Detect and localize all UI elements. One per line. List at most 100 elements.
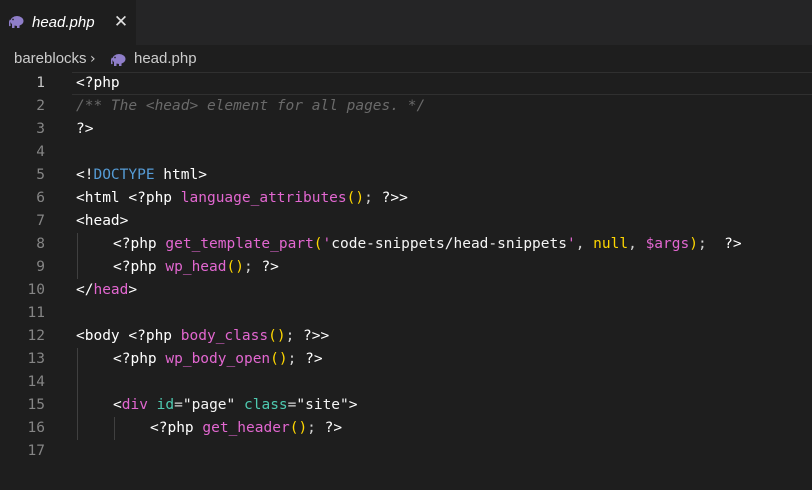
line-number: 5 bbox=[36, 167, 45, 183]
token-function: language_attributes bbox=[180, 190, 347, 206]
code-line[interactable]: 15 <div id="page" class="site"> bbox=[0, 394, 812, 417]
token-semicolon: ; bbox=[697, 236, 725, 252]
line-number: 10 bbox=[27, 282, 45, 298]
token-function: wp_body_open bbox=[165, 351, 271, 367]
line-number: 15 bbox=[27, 397, 45, 413]
tab-head-php[interactable]: head.php ✕ bbox=[0, 0, 136, 45]
code-line[interactable]: 14 bbox=[0, 371, 812, 394]
token-string: "page" bbox=[182, 397, 236, 413]
token-comma: , bbox=[628, 236, 646, 252]
token-doctype: DOCTYPE bbox=[93, 167, 155, 183]
code-line[interactable]: 7 <head> bbox=[0, 210, 812, 233]
token-bracket: > bbox=[320, 328, 330, 344]
line-number: 14 bbox=[27, 374, 45, 390]
code-text: <div id="page" class="site"> bbox=[113, 394, 358, 417]
token-string: "site" bbox=[296, 397, 349, 413]
line-number: 12 bbox=[27, 328, 45, 344]
token-function: get_template_part bbox=[165, 236, 314, 252]
chevron-right-icon: › bbox=[90, 51, 96, 67]
token-paren: ( bbox=[226, 259, 236, 275]
close-icon[interactable]: ✕ bbox=[113, 12, 129, 32]
code-line[interactable]: 17 bbox=[0, 440, 812, 463]
line-number: 2 bbox=[36, 98, 45, 114]
code-line[interactable]: 9 <?php wp_head(); ?> bbox=[0, 256, 812, 279]
code-line[interactable]: 10 </head> bbox=[0, 279, 812, 302]
token-bracket: < bbox=[113, 397, 122, 413]
token-div-tag: div bbox=[121, 397, 148, 413]
code-line[interactable]: 12 <body <?php body_class(); ?>> bbox=[0, 325, 812, 348]
code-line[interactable]: 3 ?> bbox=[0, 118, 812, 141]
token-string: code-snippets/head-snippets bbox=[331, 236, 567, 252]
code-editor[interactable]: 1 <?php 2 /** The <head> element for all… bbox=[0, 72, 812, 490]
line-number: 4 bbox=[36, 144, 45, 160]
php-elephant-icon bbox=[9, 16, 24, 28]
token-comment: /** The <head> element for all pages. */ bbox=[76, 98, 426, 114]
token-bracket: > bbox=[348, 397, 358, 413]
line-number: 3 bbox=[36, 121, 45, 137]
line-number: 7 bbox=[36, 213, 45, 229]
line-number: 8 bbox=[36, 236, 45, 252]
token-php-open: <?php bbox=[150, 420, 203, 436]
token-php-close: ?> bbox=[261, 259, 279, 275]
code-text: <?php wp_head(); ?> bbox=[113, 256, 279, 279]
code-line[interactable]: 2 /** The <head> element for all pages. … bbox=[0, 95, 812, 118]
tab-bar: head.php ✕ bbox=[0, 0, 812, 45]
token-semicolon: ; bbox=[287, 351, 306, 367]
breadcrumb-folder[interactable]: bareblocks bbox=[14, 49, 87, 69]
token-attribute: id bbox=[156, 397, 175, 413]
code-line[interactable]: 4 bbox=[0, 141, 812, 164]
token-attribute: class bbox=[244, 397, 288, 413]
token-php-open: <?php bbox=[113, 351, 166, 367]
token-php-open: <?php bbox=[113, 236, 166, 252]
token-quote: ' bbox=[566, 236, 576, 252]
code-line[interactable]: 5 <!DOCTYPE html> bbox=[0, 164, 812, 187]
token-bracket: </ bbox=[76, 282, 94, 298]
token-bracket: < bbox=[76, 167, 85, 183]
token-paren: ) bbox=[298, 420, 308, 436]
line-number: 9 bbox=[36, 259, 45, 275]
token-paren: ) bbox=[689, 236, 698, 252]
code-text: ?> bbox=[76, 118, 93, 141]
token-php-close: ?> bbox=[724, 236, 742, 252]
token-paren: ( bbox=[313, 236, 323, 252]
token-function: body_class bbox=[180, 328, 269, 344]
code-text: <?php wp_body_open(); ?> bbox=[113, 348, 323, 371]
token-paren: ( bbox=[268, 328, 277, 344]
code-line[interactable]: 13 <?php wp_body_open(); ?> bbox=[0, 348, 812, 371]
token-php-open: <?php bbox=[128, 328, 181, 344]
token-php-open: <?php bbox=[128, 190, 181, 206]
line-number: 6 bbox=[36, 190, 45, 206]
code-line[interactable]: 6 <html <?php language_attributes(); ?>> bbox=[0, 187, 812, 210]
token-paren: ( bbox=[270, 351, 279, 367]
token-semicolon: ; bbox=[285, 328, 304, 344]
code-text: <?php get_header(); ?> bbox=[150, 417, 342, 440]
code-line[interactable]: 8 <?php get_template_part( 'code-snippets… bbox=[0, 233, 812, 256]
token-null: null bbox=[593, 236, 629, 252]
code-text: <body <?php body_class(); ?>> bbox=[76, 325, 329, 348]
token-bracket: > bbox=[128, 282, 138, 298]
code-line[interactable]: 11 bbox=[0, 302, 812, 325]
token-semicolon: ; bbox=[243, 259, 262, 275]
token-paren: ) bbox=[355, 190, 365, 206]
current-line-highlight bbox=[72, 72, 812, 95]
token-body-tag: <body bbox=[76, 328, 129, 344]
line-number: 1 bbox=[36, 75, 45, 91]
token-comma: , bbox=[575, 236, 594, 252]
token-variable: $args bbox=[645, 236, 690, 252]
line-number: 17 bbox=[27, 443, 45, 459]
code-text: <html <?php language_attributes(); ?>> bbox=[76, 187, 408, 210]
token-php-open: ?php bbox=[84, 75, 120, 91]
breadcrumb: bareblocks › head.php bbox=[0, 45, 812, 72]
code-line[interactable]: 16 <?php get_header(); ?> bbox=[0, 417, 812, 440]
token-semicolon: ; bbox=[364, 190, 382, 206]
code-text: /** The <head> element for all pages. */ bbox=[76, 95, 425, 118]
breadcrumb-file[interactable]: head.php bbox=[134, 49, 197, 69]
code-text: </head> bbox=[76, 279, 137, 302]
token-html: html bbox=[154, 167, 199, 183]
token-php-close: ?> bbox=[324, 420, 343, 436]
token-php-open: <?php bbox=[113, 259, 166, 275]
token-html-tag: <html bbox=[76, 190, 129, 206]
token-paren: ) bbox=[235, 259, 244, 275]
code-line[interactable]: 1 <?php bbox=[0, 72, 812, 95]
